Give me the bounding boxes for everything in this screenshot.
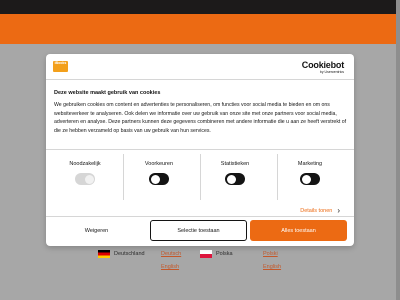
allow-all-button[interactable]: Alles toestaan	[250, 220, 347, 241]
language-country-pl[interactable]: Polska	[200, 250, 233, 258]
category-label: Statistieken	[220, 161, 250, 167]
language-link-polski[interactable]: Polski	[263, 251, 278, 257]
country-label: Polska	[216, 251, 233, 257]
language-country-de[interactable]: Deutschland	[98, 250, 145, 258]
category-statistics: Statistieken	[208, 161, 262, 185]
category-label: Marketing	[297, 161, 323, 167]
page-scrollbar[interactable]	[396, 0, 400, 300]
dialog-description: We gebruiken cookies om content en adver…	[54, 102, 347, 134]
category-preferences: Voorkeuren	[132, 161, 186, 185]
marketing-toggle[interactable]	[300, 173, 320, 185]
language-link-deutsch[interactable]: Deutsch	[161, 251, 181, 257]
allow-selection-button[interactable]: Selectie toestaan	[150, 220, 247, 241]
category-necessary: Noodzakelijk	[58, 161, 112, 185]
chevron-right-icon: ›	[337, 206, 340, 215]
show-details-label: Details tonen	[300, 207, 333, 214]
category-separator	[277, 154, 278, 200]
cookie-consent-dialog: iBooks Cookiebot by Usercentrics Deze we…	[46, 54, 354, 246]
category-label: Voorkeuren	[144, 161, 174, 167]
buttons-top-divider	[46, 216, 354, 217]
cookiebot-subtitle: by Usercentrics	[319, 70, 344, 74]
statistics-toggle[interactable]	[225, 173, 245, 185]
header-divider	[46, 79, 354, 80]
cookiebot-name: Cookiebot	[301, 60, 344, 70]
site-top-bar	[0, 0, 400, 14]
category-separator	[200, 154, 201, 200]
brand-logo: iBooks	[53, 61, 68, 72]
categories-top-divider	[46, 149, 354, 150]
necessary-toggle	[75, 173, 95, 185]
cookiebot-logo: Cookiebot by Usercentrics	[302, 60, 344, 74]
country-label: Deutschland	[114, 251, 145, 257]
dialog-title: Deze website maakt gebruik van cookies	[54, 90, 161, 96]
show-details-link[interactable]: Details tonen ›	[300, 206, 340, 215]
category-label: Noodzakelijk	[69, 161, 101, 167]
language-link-english-pl[interactable]: English	[263, 264, 281, 270]
category-separator	[123, 154, 124, 200]
site-header-banner	[0, 14, 400, 44]
preferences-toggle[interactable]	[149, 173, 169, 185]
deny-button[interactable]: Weigeren	[48, 220, 145, 241]
germany-flag-icon	[98, 250, 110, 258]
brand-logo-text: iBooks	[54, 61, 67, 65]
language-link-english-de[interactable]: English	[161, 264, 179, 270]
category-marketing: Marketing	[283, 161, 337, 185]
poland-flag-icon	[200, 250, 212, 258]
